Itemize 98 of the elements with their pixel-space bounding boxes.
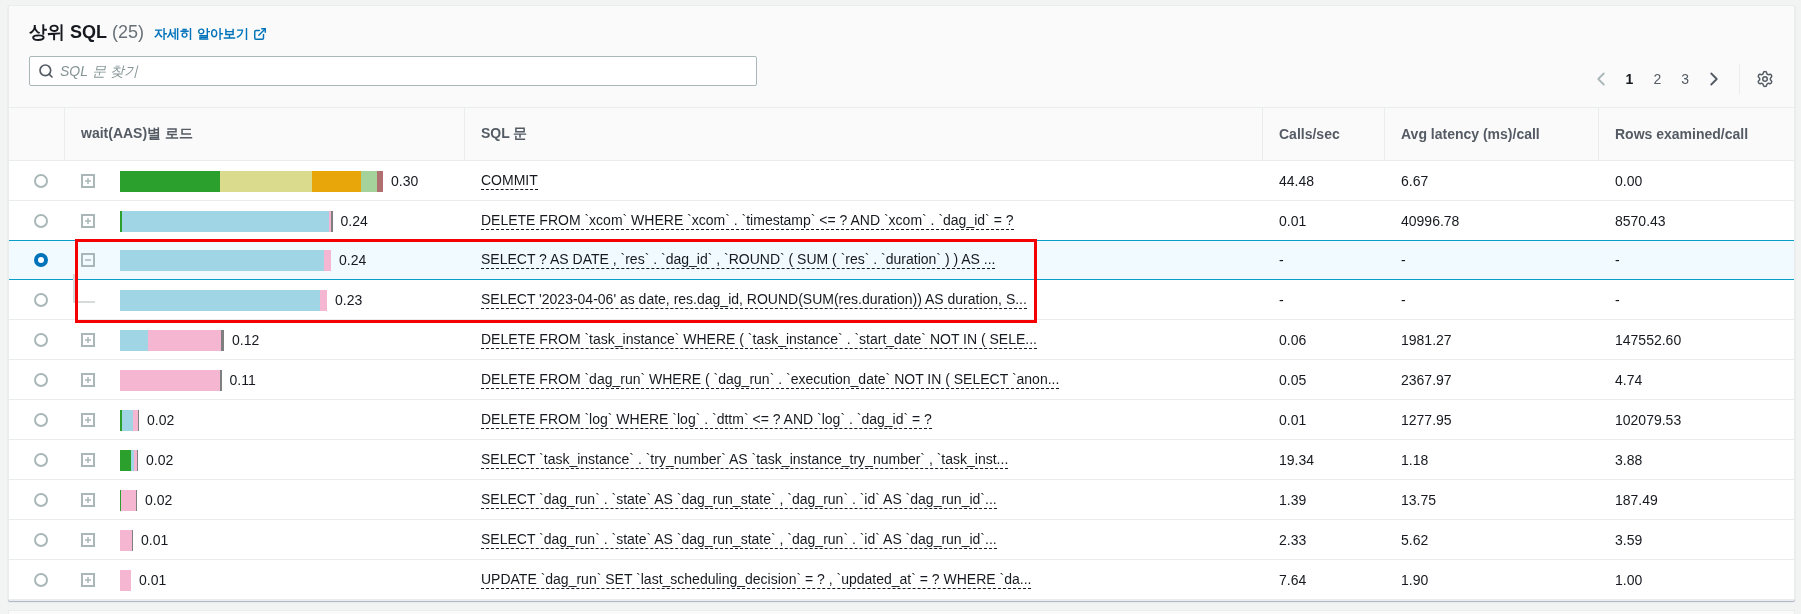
radio-button[interactable] <box>33 573 48 587</box>
radio-button[interactable] <box>33 493 48 507</box>
latency-cell-text: 13.75 <box>1400 491 1438 510</box>
radio-button[interactable] <box>33 453 48 467</box>
calls-cell-text: 0.01 <box>1278 411 1308 430</box>
latency-cell-text: 6.67 <box>1400 172 1430 191</box>
tree-connector <box>73 274 95 303</box>
panel-title: 상위 SQL <box>29 21 107 44</box>
search-icon <box>38 63 54 79</box>
load-value: 0.01 <box>141 532 169 548</box>
column-header: wait(AAS)별 로드 <box>64 108 464 160</box>
rows-examined-cell-text: 3.59 <box>1614 531 1644 550</box>
radio-button[interactable] <box>33 373 48 387</box>
rows-examined-cell-text: 1.00 <box>1614 571 1644 590</box>
sql-link[interactable]: DELETE FROM `log` WHERE `log` . `dttm` <= ? AND `log` . `dag_id` = ? <box>481 411 932 429</box>
expand-icon[interactable] <box>81 573 95 587</box>
sql-link[interactable]: SELECT ? AS DATE , `res` . `dag_id` , `ROUND` ( SUM ( `res` . `duration` ) ) AS ... <box>481 251 996 269</box>
calls-cell-text: - <box>1278 251 1285 270</box>
latency-cell-text: 40996.78 <box>1400 212 1461 231</box>
expand-icon[interactable] <box>81 453 95 467</box>
sql-count: (25) <box>112 22 145 43</box>
info-link[interactable]: 자세히 알아보기 <box>154 25 267 43</box>
sql-link[interactable]: SELECT `dag_run` . `state` AS `dag_run_state` , `dag_run` . `id` AS `dag_run_id`... <box>481 491 997 509</box>
rows-examined-cell-text: 102079.53 <box>1614 411 1683 430</box>
load-value: 0.24 <box>339 252 367 268</box>
radio-button[interactable] <box>33 293 48 307</box>
rows-examined-cell-text: 3.88 <box>1614 451 1644 470</box>
rows-examined-cell-text: - <box>1614 291 1621 310</box>
load-bar <box>120 569 131 591</box>
expand-icon[interactable] <box>81 373 95 387</box>
radio-button[interactable] <box>33 413 48 427</box>
column-header: SQL 문 <box>464 108 1262 160</box>
load-value: 0.02 <box>147 412 175 428</box>
load-value: 0.11 <box>229 372 256 388</box>
sql-link[interactable]: UPDATE `dag_run` SET `last_scheduling_decision` = ? , `updated_at` = ? WHERE `da... <box>481 571 1032 589</box>
calls-cell-text: 0.06 <box>1278 331 1308 350</box>
column-header: Calls/sec <box>1262 108 1384 160</box>
settings-icon <box>1756 70 1774 88</box>
latency-cell-text: 1.90 <box>1400 571 1430 590</box>
load-bar <box>120 449 138 471</box>
rows-examined-cell-text: 147552.60 <box>1614 331 1683 350</box>
rows-examined-cell-text: 0.00 <box>1614 172 1644 191</box>
load-value: 0.02 <box>145 492 173 508</box>
radio-button[interactable] <box>33 253 48 267</box>
page-button[interactable]: 3 <box>1675 69 1695 89</box>
sql-link[interactable]: SELECT '2023-04-06' as date, res.dag_id, ROUND(SUM(res.duration)) AS duration, S... <box>481 291 1027 309</box>
column-header: Avg latency (ms)/call <box>1384 108 1598 160</box>
load-value: 0.30 <box>391 173 419 189</box>
external-link-icon <box>252 27 267 41</box>
rows-examined-cell-text: 4.74 <box>1614 371 1644 390</box>
load-value: 0.24 <box>340 213 368 229</box>
load-value: 0.02 <box>146 452 174 468</box>
latency-cell-text: 1277.95 <box>1400 411 1453 430</box>
sql-link[interactable]: DELETE FROM `dag_run` WHERE ( `dag_run` . `execution_date` NOT IN ( SELECT `anon... <box>481 371 1060 389</box>
calls-cell-text: 7.64 <box>1278 571 1308 590</box>
calls-cell-text: 0.05 <box>1278 371 1308 390</box>
latency-cell-text: - <box>1400 251 1407 270</box>
rows-examined-cell-text: 8570.43 <box>1614 212 1667 231</box>
page-button[interactable]: 2 <box>1647 69 1668 89</box>
settings-button[interactable] <box>1739 64 1774 94</box>
radio-button[interactable] <box>33 174 48 188</box>
load-bar <box>120 529 133 551</box>
latency-cell-text: 1.18 <box>1400 451 1430 470</box>
expand-icon[interactable] <box>81 214 95 228</box>
sql-link[interactable]: SELECT `task_instance` . `try_number` AS `task_instance_try_number` , `task_inst... <box>481 451 1009 469</box>
expand-icon[interactable] <box>81 533 95 547</box>
radio-button[interactable] <box>33 333 48 347</box>
radio-button[interactable] <box>33 533 48 547</box>
rows-examined-cell-text: 187.49 <box>1614 491 1659 510</box>
load-bar <box>120 489 137 511</box>
search-field[interactable]: SQL 문 찾기 <box>29 56 757 86</box>
latency-cell-text: - <box>1400 291 1407 310</box>
column-header: Rows examined/call <box>1598 108 1794 160</box>
load-value: 0.12 <box>232 332 260 348</box>
load-value: 0.01 <box>139 572 167 588</box>
expand-icon[interactable] <box>81 333 95 347</box>
sql-link[interactable]: DELETE FROM `xcom` WHERE `xcom` . `timestamp` <= ? AND `xcom` . `dag_id` = ? <box>481 212 1014 230</box>
sql-link[interactable]: SELECT `dag_run` . `state` AS `dag_run_state` , `dag_run` . `id` AS `dag_run_id`... <box>481 531 997 549</box>
rows-examined-cell-text: - <box>1614 251 1621 270</box>
calls-cell-text: 1.39 <box>1278 491 1308 510</box>
load-bar <box>120 409 139 431</box>
page-button[interactable]: 1 <box>1619 69 1640 89</box>
latency-cell-text: 2367.97 <box>1400 371 1453 390</box>
expand-icon[interactable] <box>81 493 95 507</box>
sql-link[interactable]: DELETE FROM `task_instance` WHERE ( `task_instance` . `start_date` NOT IN ( SELE... <box>481 331 1037 349</box>
collapse-icon[interactable] <box>81 253 95 267</box>
latency-cell-text: 1981.27 <box>1400 331 1453 350</box>
calls-cell-text: - <box>1278 291 1285 310</box>
sql-link[interactable]: COMMIT <box>481 172 538 190</box>
calls-cell-text: 0.01 <box>1278 212 1308 231</box>
radio-button[interactable] <box>33 214 48 228</box>
expand-icon[interactable] <box>81 413 95 427</box>
expand-icon[interactable] <box>81 174 95 188</box>
calls-cell-text: 2.33 <box>1278 531 1308 550</box>
calls-cell-text: 19.34 <box>1278 451 1316 470</box>
load-value: 0.23 <box>335 292 363 308</box>
latency-cell-text: 5.62 <box>1400 531 1430 550</box>
calls-cell-text: 44.48 <box>1278 172 1316 191</box>
